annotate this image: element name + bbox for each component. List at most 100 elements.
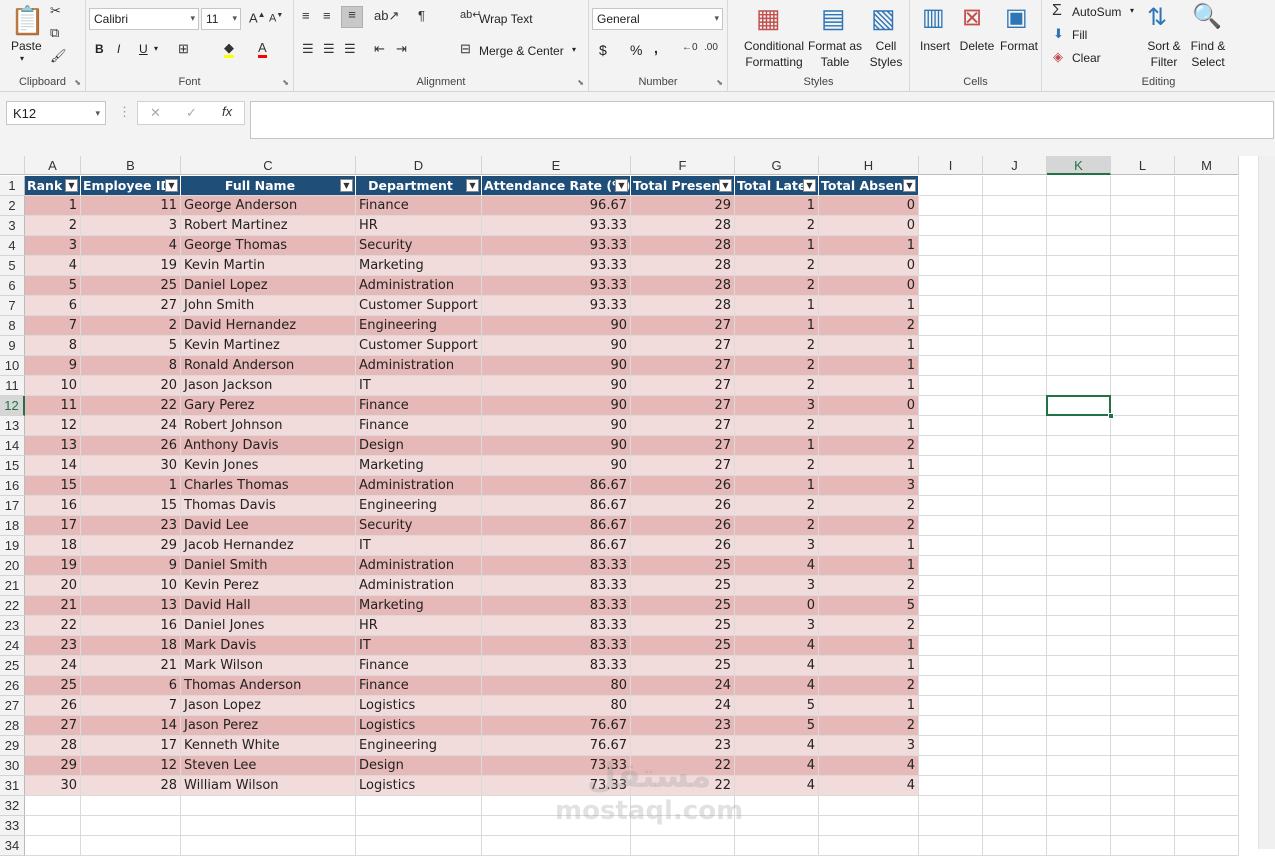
table-cell[interactable]: Ronald Anderson — [181, 356, 356, 376]
grid-cell[interactable] — [1047, 376, 1111, 396]
grid-cell[interactable] — [983, 636, 1047, 656]
grid-cell[interactable] — [81, 816, 181, 836]
table-cell[interactable]: 27 — [631, 416, 735, 436]
grid-cell[interactable] — [1175, 616, 1239, 636]
grid-cell[interactable] — [983, 676, 1047, 696]
table-cell[interactable]: 4 — [735, 676, 819, 696]
table-cell[interactable]: 90 — [482, 316, 631, 336]
table-cell[interactable]: 25 — [631, 656, 735, 676]
table-cell[interactable]: David Hernandez — [181, 316, 356, 336]
table-cell[interactable]: 21 — [25, 596, 81, 616]
grid-cell[interactable] — [919, 616, 983, 636]
grid-cell[interactable] — [25, 816, 81, 836]
table-cell[interactable]: 24 — [631, 696, 735, 716]
table-cell[interactable]: 1 — [819, 376, 919, 396]
grid-cell[interactable] — [919, 256, 983, 276]
grid-cell[interactable] — [1175, 296, 1239, 316]
table-cell[interactable]: Finance — [356, 656, 482, 676]
table-cell[interactable]: 23 — [631, 716, 735, 736]
grid-cell[interactable] — [1111, 536, 1175, 556]
column-header-i[interactable]: I — [919, 156, 983, 175]
table-cell[interactable]: 27 — [631, 336, 735, 356]
row-header-15[interactable]: 15 — [0, 456, 25, 476]
grid-cell[interactable] — [983, 836, 1047, 856]
grid-cell[interactable] — [983, 276, 1047, 296]
cut-icon[interactable]: ✂ — [50, 3, 61, 19]
row-header-18[interactable]: 18 — [0, 516, 25, 536]
table-cell[interactable]: 3 — [819, 476, 919, 496]
table-cell[interactable]: 10 — [25, 376, 81, 396]
table-cell[interactable]: 27 — [25, 716, 81, 736]
table-cell[interactable]: Daniel Jones — [181, 616, 356, 636]
table-cell[interactable]: Administration — [356, 476, 482, 496]
grid-cell[interactable] — [1047, 236, 1111, 256]
table-cell[interactable]: 2 — [735, 416, 819, 436]
grid-cell[interactable] — [1047, 636, 1111, 656]
table-cell[interactable]: 27 — [631, 436, 735, 456]
grid-cell[interactable] — [1111, 696, 1175, 716]
row-header-20[interactable]: 20 — [0, 556, 25, 576]
grid-cell[interactable] — [181, 796, 356, 816]
format-as-table-button[interactable]: Format as Table — [804, 38, 866, 70]
table-cell[interactable]: 9 — [81, 556, 181, 576]
table-cell[interactable]: 0 — [735, 596, 819, 616]
grid-cell[interactable] — [1175, 776, 1239, 796]
grid-cell[interactable] — [983, 296, 1047, 316]
grid-cell[interactable] — [1047, 656, 1111, 676]
fill-button[interactable]: Fill — [1072, 28, 1087, 42]
grid-cell[interactable] — [983, 256, 1047, 276]
table-cell[interactable]: 25 — [631, 596, 735, 616]
grid-cell[interactable] — [1047, 676, 1111, 696]
grid-cell[interactable] — [1175, 416, 1239, 436]
table-cell[interactable]: John Smith — [181, 296, 356, 316]
grid-cell[interactable] — [919, 516, 983, 536]
grid-cell[interactable] — [1111, 596, 1175, 616]
active-cell-selection[interactable] — [1046, 395, 1111, 416]
grid-cell[interactable] — [1047, 736, 1111, 756]
grid-cell[interactable] — [1111, 216, 1175, 236]
table-header-cell[interactable]: Attendance Rate (%) ▼ — [482, 176, 631, 196]
grid-cell[interactable] — [1047, 296, 1111, 316]
table-cell[interactable]: 27 — [81, 296, 181, 316]
grid-cell[interactable] — [1175, 536, 1239, 556]
table-cell[interactable]: Kevin Martin — [181, 256, 356, 276]
table-cell[interactable]: 1 — [819, 296, 919, 316]
grid-cell[interactable] — [1111, 616, 1175, 636]
table-header-cell[interactable]: Employee ID ▼ — [81, 176, 181, 196]
table-cell[interactable]: 8 — [25, 336, 81, 356]
grid-cell[interactable] — [1047, 516, 1111, 536]
table-cell[interactable]: 24 — [631, 676, 735, 696]
filter-dropdown-icon[interactable]: ▼ — [340, 179, 353, 192]
row-header-22[interactable]: 22 — [0, 596, 25, 616]
grid-cell[interactable] — [983, 316, 1047, 336]
table-cell[interactable]: 1 — [819, 656, 919, 676]
grid-cell[interactable] — [919, 216, 983, 236]
table-cell[interactable]: 29 — [25, 756, 81, 776]
table-cell[interactable]: 83.33 — [482, 636, 631, 656]
table-cell[interactable]: 24 — [25, 656, 81, 676]
decrease-decimal-icon[interactable]: .00 — [704, 42, 718, 53]
table-cell[interactable]: 18 — [81, 636, 181, 656]
grid-cell[interactable] — [1175, 236, 1239, 256]
row-header-2[interactable]: 2 — [0, 196, 25, 216]
grid-cell[interactable] — [1111, 516, 1175, 536]
table-cell[interactable]: 2 — [819, 616, 919, 636]
table-cell[interactable]: 1 — [819, 536, 919, 556]
grid-cell[interactable] — [1111, 176, 1175, 196]
grid-cell[interactable] — [1111, 396, 1175, 416]
font-color-icon[interactable]: A — [258, 40, 267, 58]
table-cell[interactable]: 4 — [25, 256, 81, 276]
grid-cell[interactable] — [983, 436, 1047, 456]
grid-cell[interactable] — [919, 756, 983, 776]
table-cell[interactable]: 10 — [81, 576, 181, 596]
table-cell[interactable]: 21 — [81, 656, 181, 676]
table-cell[interactable]: 27 — [631, 456, 735, 476]
table-cell[interactable]: 5 — [735, 716, 819, 736]
table-cell[interactable]: 4 — [735, 556, 819, 576]
grid-cell[interactable] — [1111, 556, 1175, 576]
grid-cell[interactable] — [919, 316, 983, 336]
grid-cell[interactable] — [25, 836, 81, 856]
grid-cell[interactable] — [919, 656, 983, 676]
select-all-corner[interactable] — [0, 156, 25, 175]
table-cell[interactable]: Steven Lee — [181, 756, 356, 776]
